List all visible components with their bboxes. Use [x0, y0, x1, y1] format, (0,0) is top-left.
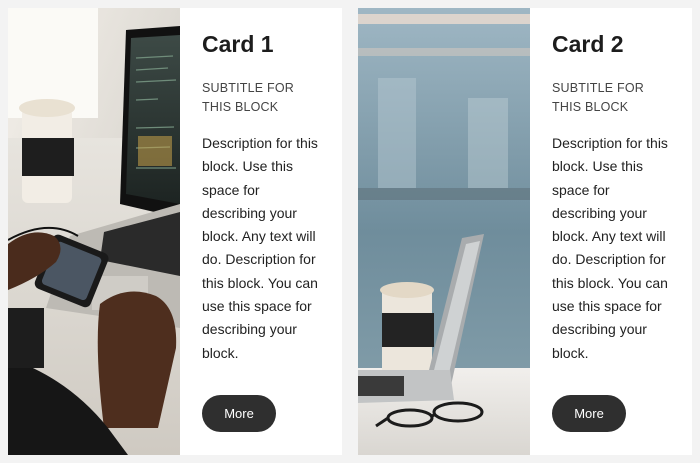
- card-subtitle: SUBTITLE FOR THIS BLOCK: [202, 81, 294, 114]
- card-title: Card 2: [552, 31, 624, 57]
- card: Card 2 SUBTITLE FOR THIS BLOCK Descripti…: [358, 8, 692, 455]
- more-button[interactable]: More: [552, 395, 626, 432]
- card-title: Card 1: [202, 31, 274, 57]
- more-button[interactable]: More: [202, 395, 276, 432]
- card-body: Card 2 SUBTITLE FOR THIS BLOCK Descripti…: [530, 8, 692, 455]
- card-description: Description for this block. Use this spa…: [552, 135, 668, 361]
- card-subtitle: SUBTITLE FOR THIS BLOCK: [552, 81, 644, 114]
- card-body: Card 1 SUBTITLE FOR THIS BLOCK Descripti…: [180, 8, 342, 455]
- card-description: Description for this block. Use this spa…: [202, 135, 318, 361]
- card-image-laptop-phone: [8, 8, 180, 455]
- card: Card 1 SUBTITLE FOR THIS BLOCK Descripti…: [8, 8, 342, 455]
- card-image-laptop-coffee: [358, 8, 530, 455]
